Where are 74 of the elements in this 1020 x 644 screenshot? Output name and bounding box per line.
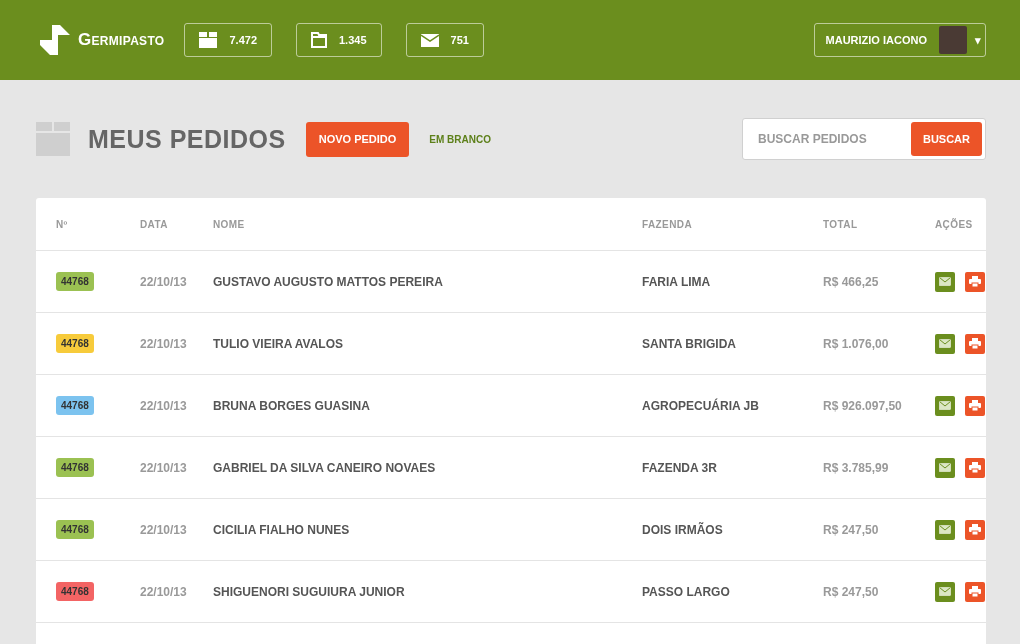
email-button[interactable] — [935, 581, 955, 602]
date-cell-text: 22/10/13 — [140, 522, 188, 537]
total-cell-text: R$ 926.097,50 — [823, 398, 903, 413]
order-number-badge: 44768 — [56, 458, 94, 477]
name-cell-text: GABRIEL DA SILVA CANEIRO NOVAES — [213, 460, 437, 475]
name-cell-text: BRUNA BORGES GUASINA — [213, 398, 371, 413]
printer-icon — [969, 586, 981, 597]
print-button[interactable] — [965, 519, 985, 540]
mail-icon — [939, 277, 951, 286]
column-header: FAZENDA — [642, 218, 694, 230]
date-cell-text: 22/10/13 — [140, 274, 188, 289]
print-button[interactable] — [965, 581, 985, 602]
name-cell-text: SHIGUENORI SUGUIURA JUNIOR — [213, 584, 406, 599]
total-cell-text: R$ 1.076,00 — [823, 336, 890, 351]
name-cell-text: GUSTAVO AUGUSTO MATTOS PEREIRA — [213, 274, 444, 289]
printer-icon — [969, 524, 981, 535]
counter-button[interactable]: 751 — [405, 23, 484, 57]
email-button[interactable] — [935, 271, 955, 292]
mail-icon — [939, 525, 951, 534]
print-button[interactable] — [965, 457, 985, 478]
column-header: Nº — [56, 218, 69, 230]
blank-link[interactable]: EM BRANCO — [429, 133, 491, 145]
printer-icon — [969, 276, 981, 287]
total-cell-text: R$ 247,50 — [823, 522, 880, 537]
order-number-badge: 44768 — [56, 272, 94, 291]
email-button[interactable] — [935, 519, 955, 540]
total-cell-text: R$ 247,50 — [823, 584, 880, 599]
mail-icon — [939, 463, 951, 472]
search-field[interactable]: BUSCAR PEDIDOS BUSCAR — [742, 118, 986, 160]
name-cell-text: TULIO VIEIRA AVALOS — [213, 336, 344, 351]
order-number-badge: 44768 — [56, 396, 94, 415]
mail-icon — [420, 33, 439, 47]
box-icon — [199, 32, 218, 48]
mail-icon — [939, 401, 951, 410]
column-header: DATA — [140, 218, 169, 230]
date-cell-text: 22/10/13 — [140, 460, 188, 475]
print-button[interactable] — [965, 271, 985, 292]
date-cell-text: 22/10/13 — [140, 336, 188, 351]
farm-cell-text: DOIS IRMÃOS — [642, 522, 724, 537]
date-cell-text: 22/10/13 — [140, 398, 188, 413]
new-order-button[interactable]: NOVO PEDIDO — [305, 121, 410, 157]
farm-cell-text: PASSO LARGO — [642, 584, 731, 599]
email-button[interactable] — [935, 457, 955, 478]
date-cell-text: 22/10/13 — [140, 584, 188, 599]
total-cell-text: R$ 466,25 — [823, 274, 880, 289]
print-button[interactable] — [965, 395, 985, 416]
printer-icon — [969, 338, 981, 349]
page-title: MEUS PEDIDOS — [88, 124, 286, 154]
avatar-placeholder — [939, 26, 967, 54]
mail-icon — [939, 587, 951, 596]
farm-cell-text: FARIA LIMA — [642, 274, 712, 289]
farm-cell-text: FAZENDA 3R — [642, 460, 718, 475]
email-button[interactable] — [935, 333, 955, 354]
email-button[interactable] — [935, 395, 955, 416]
search-button[interactable]: BUSCAR — [910, 122, 982, 156]
farm-cell-text: AGROPECUÁRIA JB — [642, 398, 760, 413]
user-menu-button[interactable]: MAURIZIO IACONO ▾ — [813, 23, 986, 57]
folder-icon — [311, 32, 327, 48]
column-header: TOTAL — [823, 218, 859, 230]
counter-button[interactable]: 1.345 — [296, 23, 382, 57]
printer-icon — [969, 400, 981, 411]
brand-name: Germipasto — [78, 30, 165, 50]
total-cell-text: R$ 3.785,99 — [823, 460, 890, 475]
farm-cell-text: SANTA BRIGIDA — [642, 336, 737, 351]
print-button[interactable] — [965, 333, 985, 354]
name-cell-text: CICILIA FIALHO NUNES — [213, 522, 351, 537]
counter-button[interactable]: 7.472 — [184, 23, 272, 57]
order-number-badge: 44768 — [56, 334, 94, 353]
mail-icon — [939, 339, 951, 348]
printer-icon — [969, 462, 981, 473]
column-header: AÇÕES — [935, 218, 974, 230]
order-number-badge: 44768 — [56, 520, 94, 539]
order-number-badge: 44768 — [56, 582, 94, 601]
column-header: NOME — [213, 218, 246, 230]
